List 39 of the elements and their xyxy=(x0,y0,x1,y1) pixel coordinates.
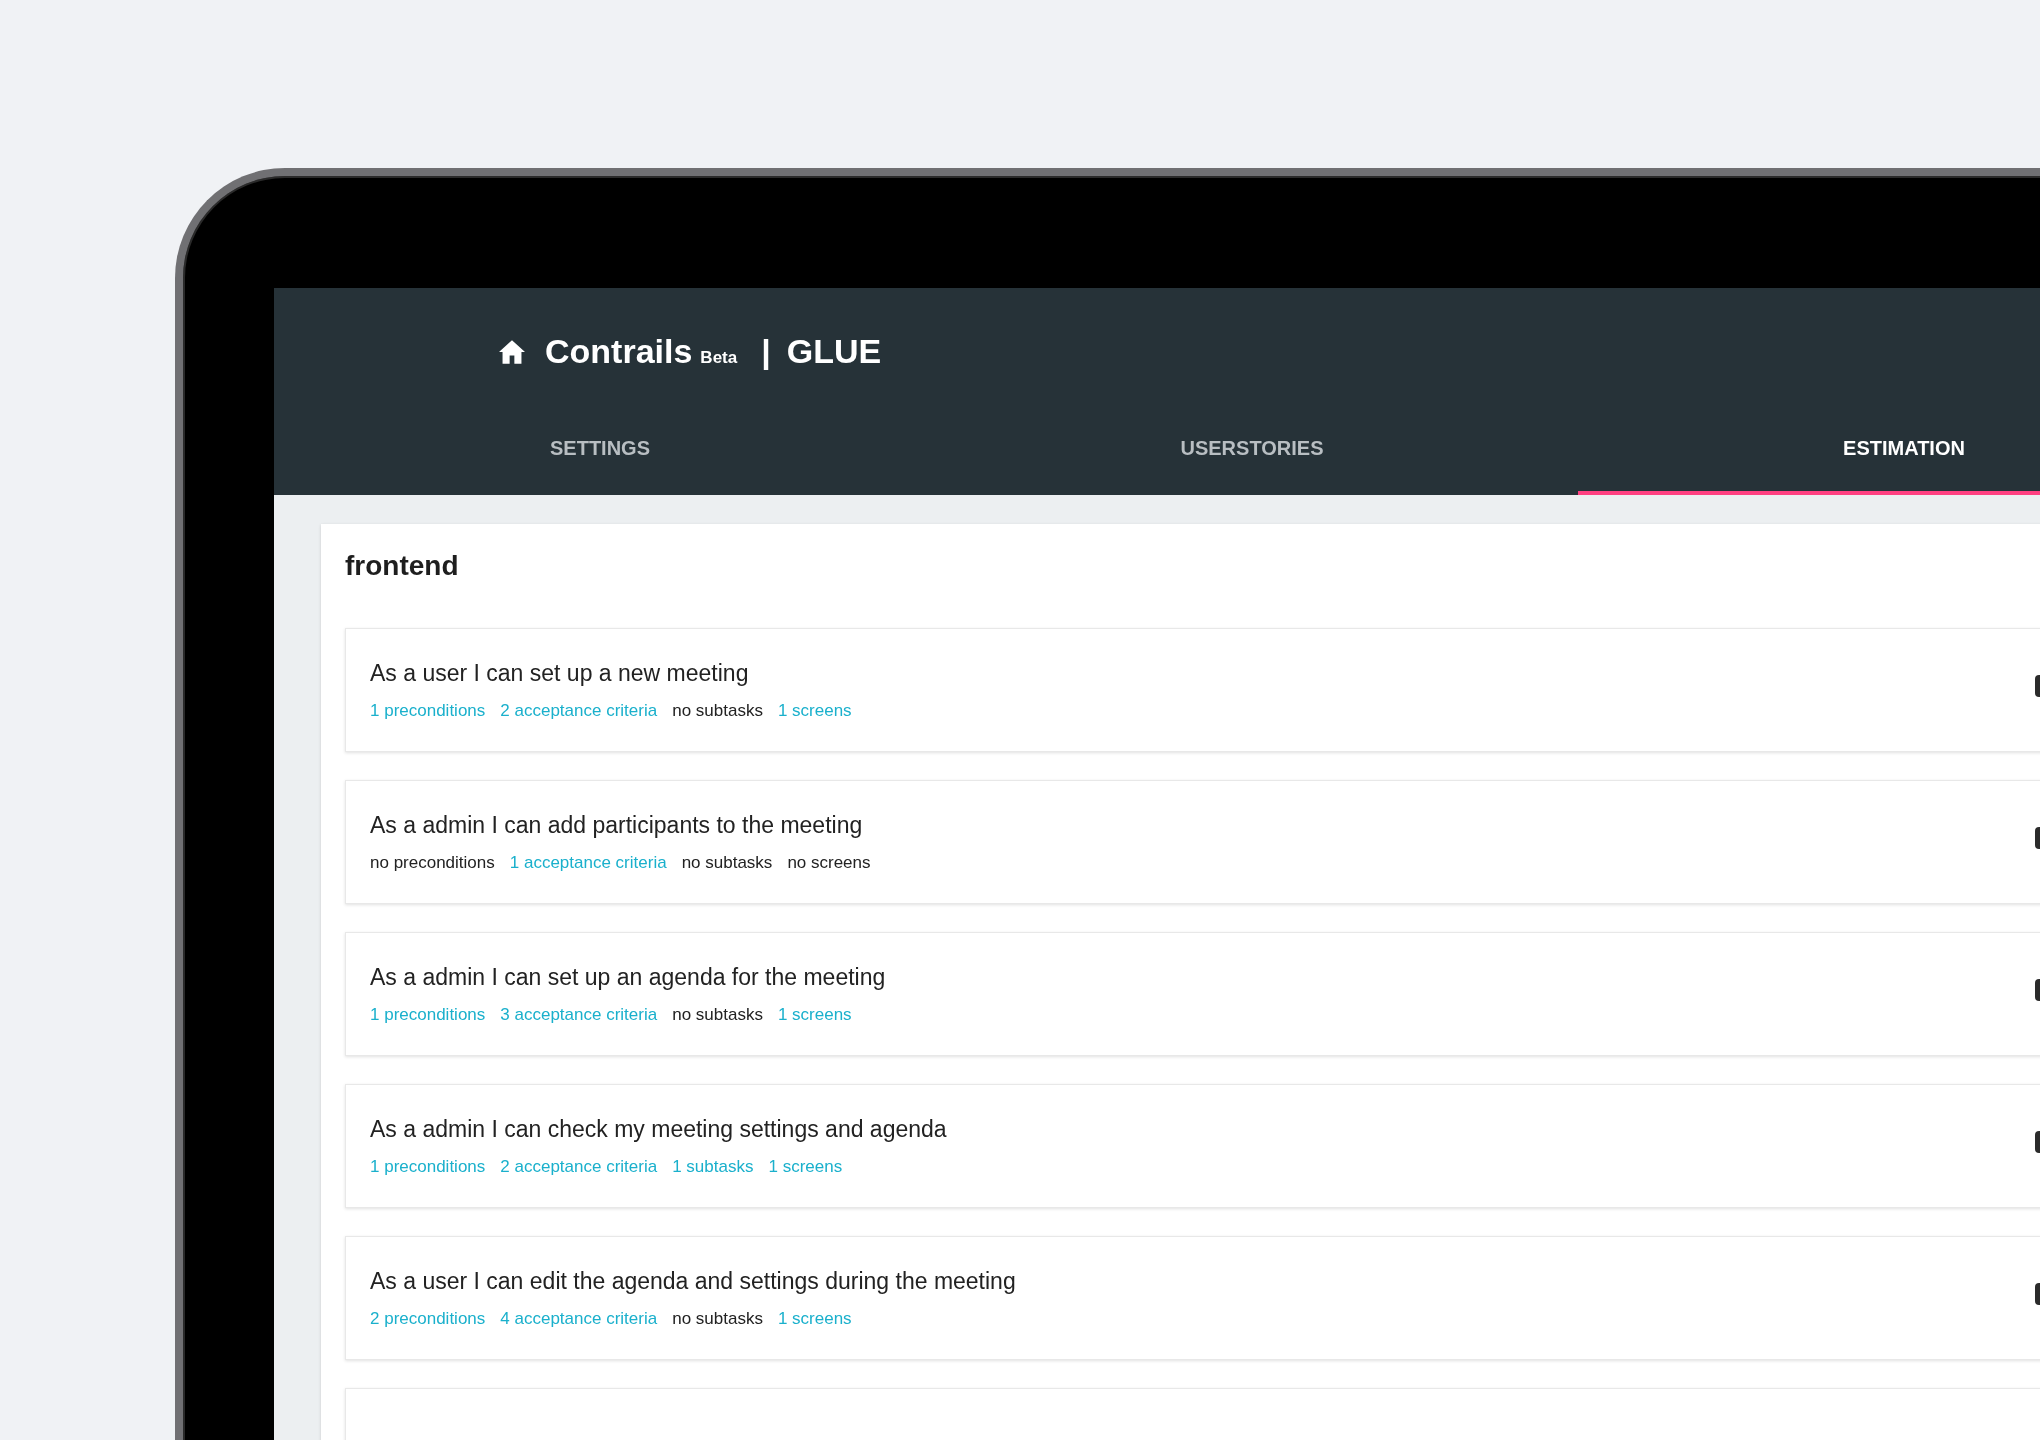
detail-link[interactable]: 1 screens xyxy=(777,1308,852,1329)
detail-text: no screens xyxy=(787,852,871,873)
detail-text: no subtasks xyxy=(681,852,773,873)
story-card[interactable]: As a admin I can add participants to the meeting no preconditions 1 acceptance criteria no subtasks no screens xyxy=(345,780,2040,904)
tab[interactable]: SETTINGS xyxy=(274,415,926,495)
detail-link[interactable]: 1 screens xyxy=(768,1156,843,1177)
detail-link[interactable]: 2 preconditions xyxy=(370,1308,486,1329)
beta-label: Beta xyxy=(700,348,738,368)
detail-link[interactable]: 1 preconditions xyxy=(370,1156,486,1177)
detail-link[interactable]: 1 screens xyxy=(777,1004,852,1025)
detail-link[interactable]: 2 acceptance criteria xyxy=(500,1156,658,1177)
detail-link[interactable]: 1 acceptance criteria xyxy=(509,852,667,873)
section-title: frontend xyxy=(345,550,460,582)
detail-link[interactable]: 2 acceptance criteria xyxy=(500,700,658,721)
detail-link[interactable]: 3 acceptance criteria xyxy=(500,1004,658,1025)
detail-link[interactable]: 1 preconditions xyxy=(370,700,486,721)
detail-link[interactable]: 1 screens xyxy=(777,700,852,721)
story-card[interactable]: As a user I can set up a new meeting 1 preconditions 2 acceptance criteria no subtasks 1 screens xyxy=(345,628,2040,752)
story-title: As a user I can edit the agenda and settings during the meeting xyxy=(370,1267,1017,1295)
app-name[interactable]: Contrails xyxy=(545,332,693,371)
home-icon[interactable] xyxy=(497,338,527,365)
detail-text: no preconditions xyxy=(370,852,495,873)
story-card[interactable]: As a user I can edit the agenda and settings during the meeting 2 preconditions 4 acceptance criteria no subtasks 1 screens xyxy=(345,1236,2040,1360)
story-title: As a admin I can add participants to the meeting xyxy=(370,811,864,839)
story-title: As a admin I can check my meeting settings and agenda xyxy=(370,1115,948,1143)
detail-link[interactable]: 1 subtasks xyxy=(672,1156,754,1177)
detail-text: no subtasks xyxy=(672,1308,763,1329)
detail-text: no subtasks xyxy=(672,700,763,721)
story-title: As a user I can set up a new meeting xyxy=(370,659,750,687)
story-card[interactable]: As a admin I can set up an agenda for the meeting 1 preconditions 3 acceptance criteria no subtasks 1 screens xyxy=(345,932,2040,1056)
separator: | xyxy=(761,332,771,371)
detail-text: no subtasks xyxy=(672,1004,763,1025)
tab[interactable]: USERSTORIES xyxy=(926,415,1578,495)
story-card[interactable]: As a admin I can check my meeting settings and agenda 1 preconditions 2 acceptance criteria 1 subtasks 1 screens xyxy=(345,1084,2040,1208)
detail-link[interactable]: 4 acceptance criteria xyxy=(500,1308,658,1329)
tab[interactable]: ESTIMATION xyxy=(1578,415,2040,495)
project-name: GLUE xyxy=(786,332,882,371)
detail-link[interactable]: 1 preconditions xyxy=(370,1004,486,1025)
story-title: As a admin I can set up an agenda for the meeting xyxy=(370,963,887,991)
